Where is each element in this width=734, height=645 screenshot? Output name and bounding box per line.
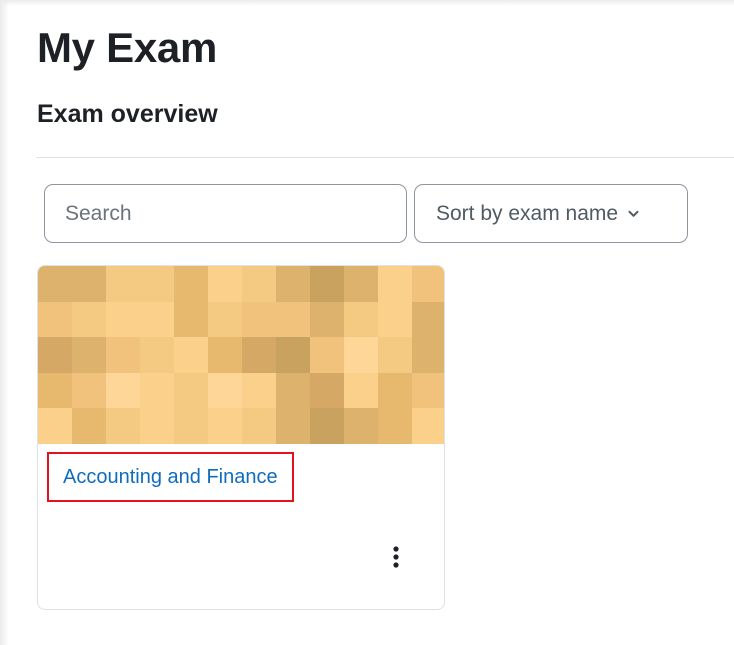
top-edge-shadow xyxy=(0,0,734,6)
exam-card[interactable]: Accounting and Finance xyxy=(37,265,445,610)
kebab-menu-icon[interactable] xyxy=(381,542,411,572)
sort-dropdown-label: Sort by exam name xyxy=(436,201,619,225)
left-edge-shadow xyxy=(0,0,9,645)
page-title: My Exam xyxy=(37,24,217,71)
course-name-link[interactable]: Accounting and Finance xyxy=(47,452,294,502)
divider xyxy=(36,157,734,158)
page: My Exam Exam overview Sort by exam name … xyxy=(0,0,734,645)
section-heading: Exam overview xyxy=(37,100,218,128)
course-image[interactable] xyxy=(38,266,444,444)
sort-dropdown[interactable]: Sort by exam name xyxy=(414,184,688,243)
search-input[interactable] xyxy=(44,184,407,243)
chevron-down-icon xyxy=(626,207,640,221)
